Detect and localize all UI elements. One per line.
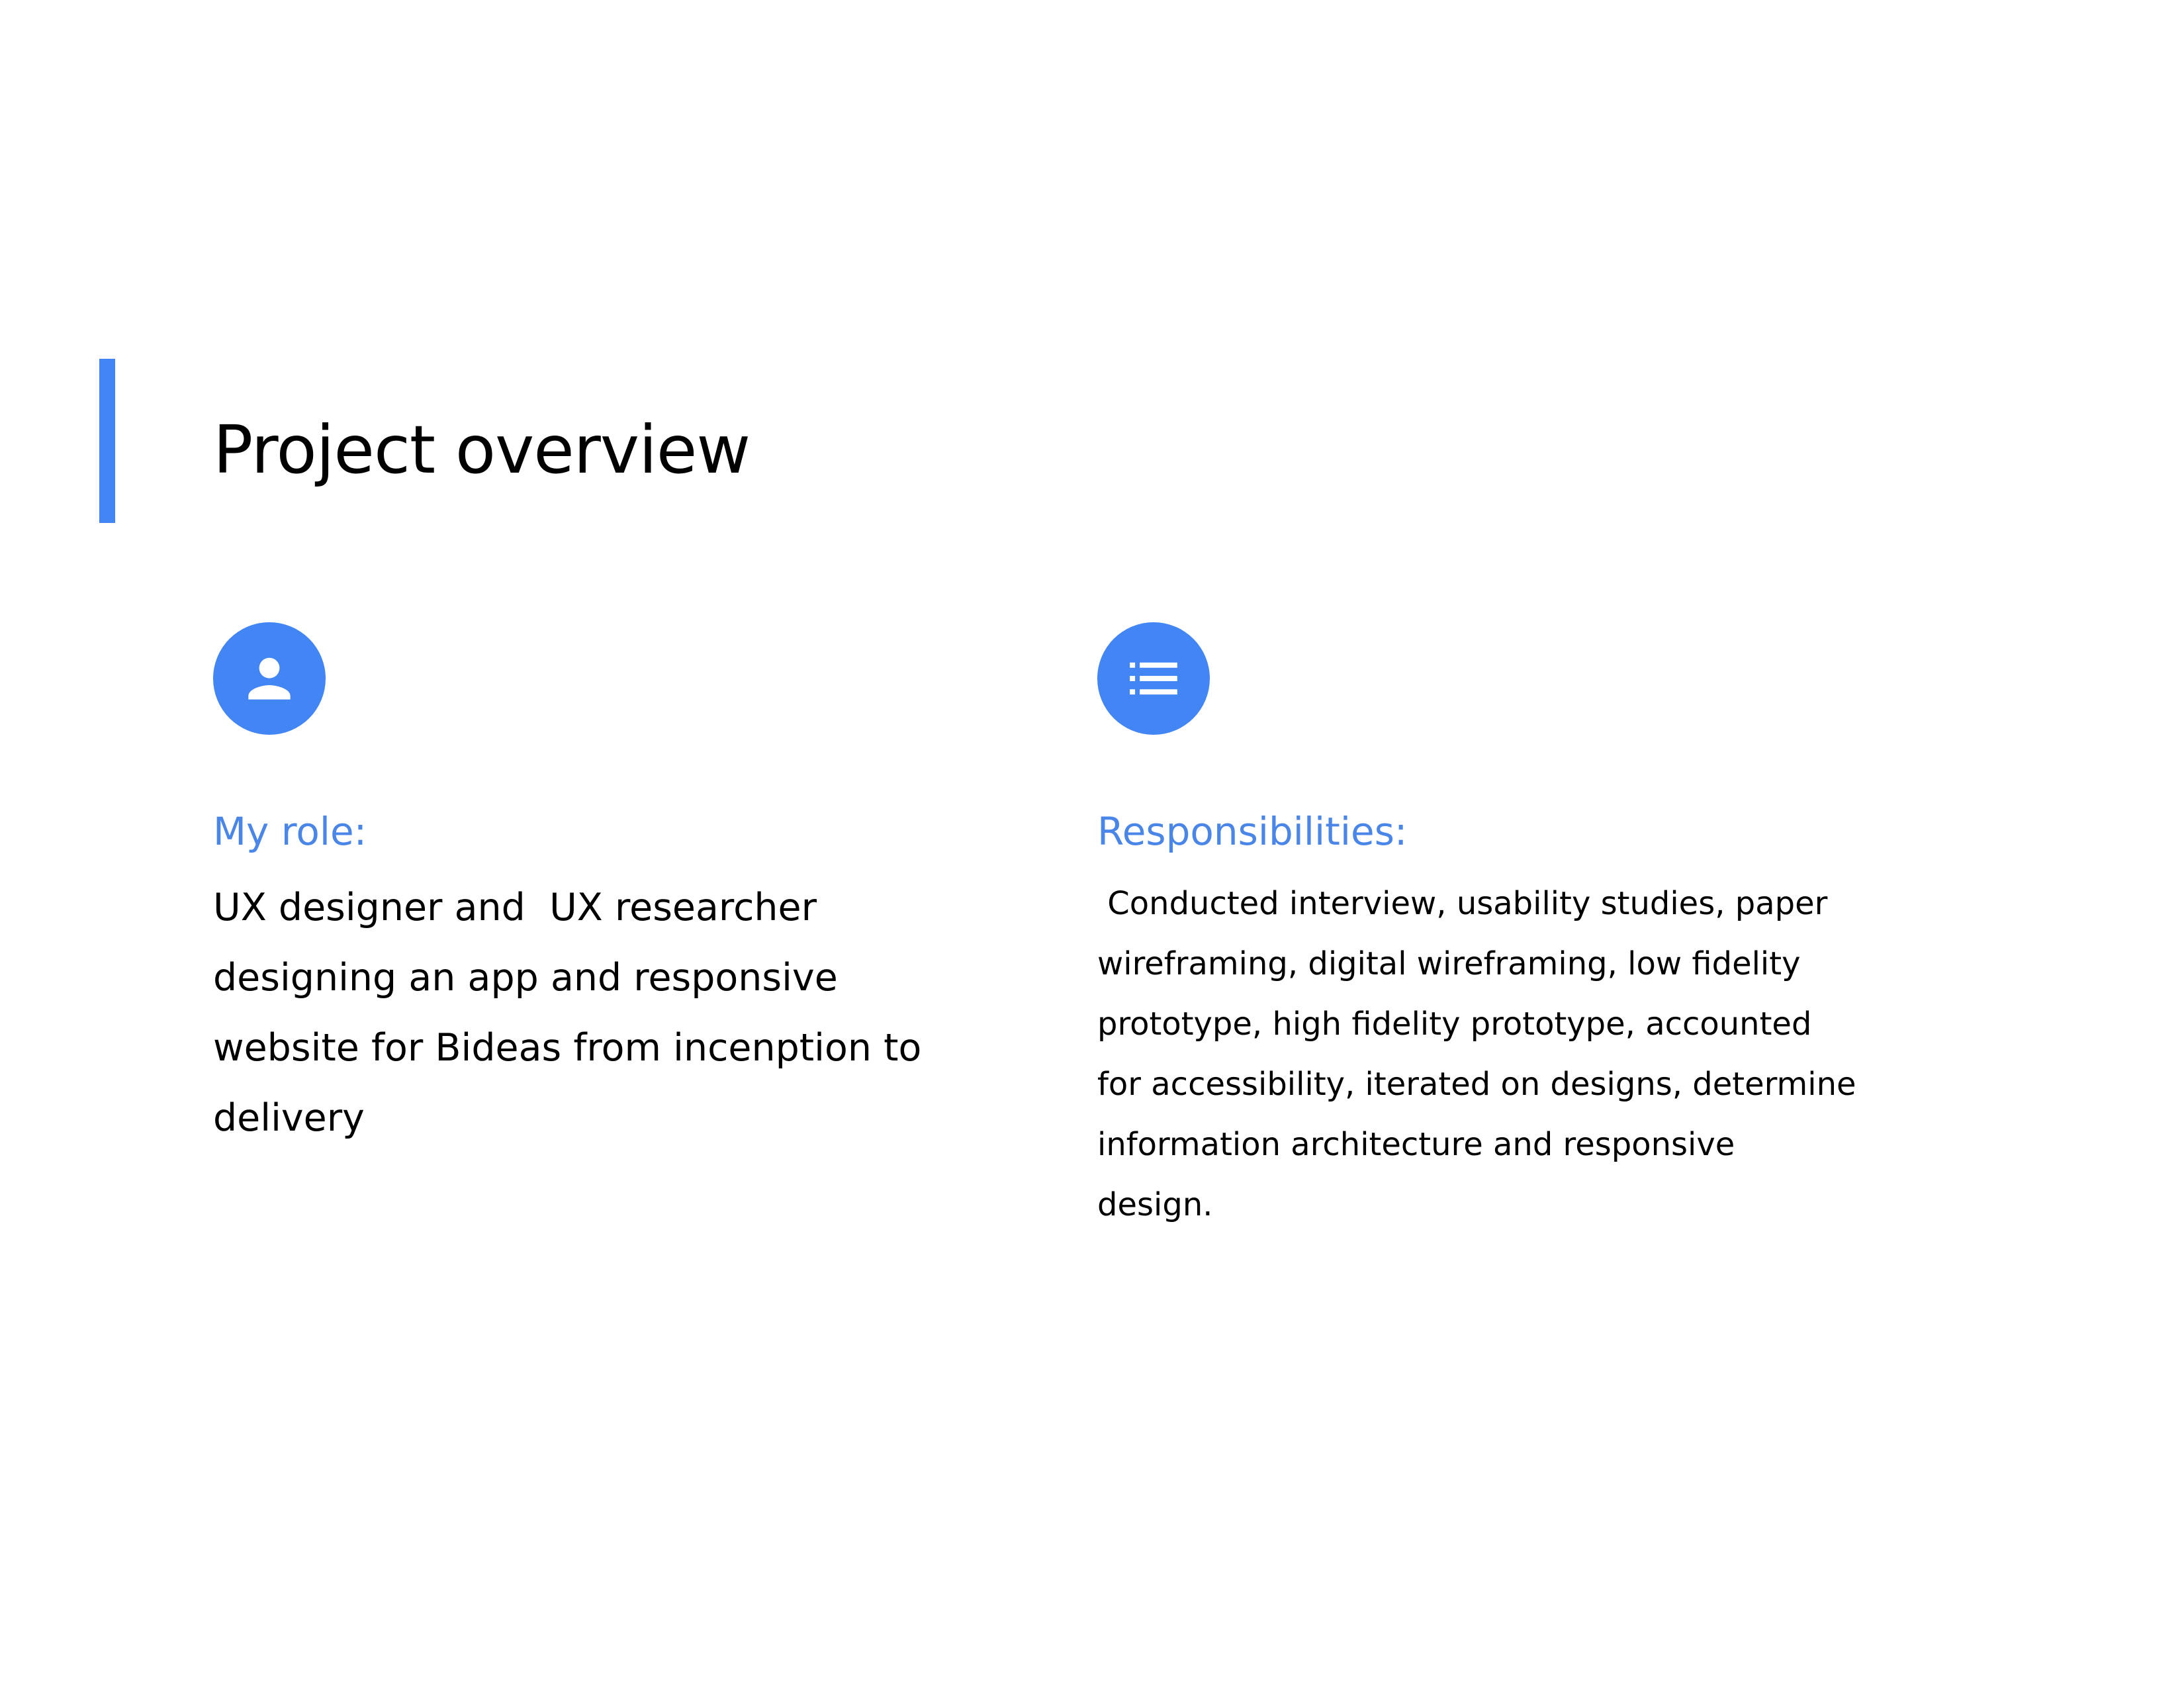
- responsibilities-text: Conducted interview, usability studies, …: [1097, 885, 1866, 1223]
- my-role-text: UX designer and UX researcher designing …: [213, 886, 934, 1140]
- list-icon: [1097, 622, 1210, 735]
- list-icon-glyph: [1130, 662, 1177, 695]
- person-icon: [213, 622, 326, 735]
- person-icon-glyph: [248, 657, 291, 700]
- responsibilities-heading: Responsibilities:: [1097, 809, 1408, 854]
- page-title: Project overview: [213, 411, 751, 489]
- my-role-heading: My role:: [213, 809, 367, 854]
- title-accent-bar: [99, 359, 115, 523]
